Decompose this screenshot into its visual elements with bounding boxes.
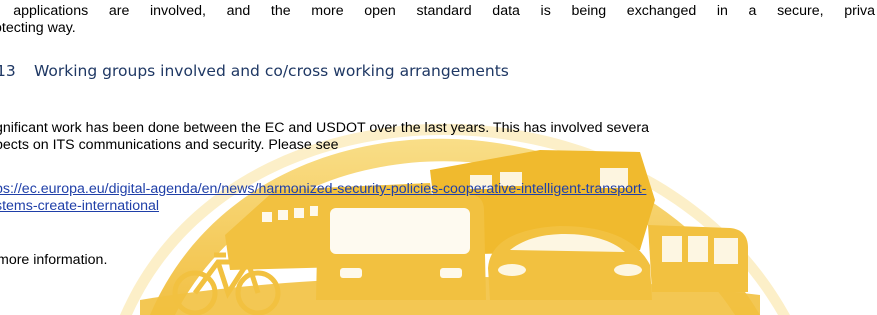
paragraph-text-line: pects on ITS communications and security… [0,137,339,153]
transport-watermark [120,123,790,315]
reference-link[interactable]: stems-create-international [0,197,159,215]
van-shape [648,225,748,292]
section-number: 13 [0,62,16,80]
reference-link[interactable]: ps://ec.europa.eu/digital-agenda/en/news… [0,180,646,198]
intro-text-line: re applications are involved, and the mo… [0,3,875,19]
closing-text: more information. [0,252,108,268]
bus-shape [316,194,486,300]
paragraph-text-line: gnificant work has been done between the… [0,120,650,136]
section-heading: 13 Working groups involved and co/cross w… [0,62,509,80]
section-title: Working groups involved and co/cross wor… [34,62,509,80]
intro-text-line: otecting way. [0,20,76,36]
document-page: re applications are involved, and the mo… [0,0,877,315]
